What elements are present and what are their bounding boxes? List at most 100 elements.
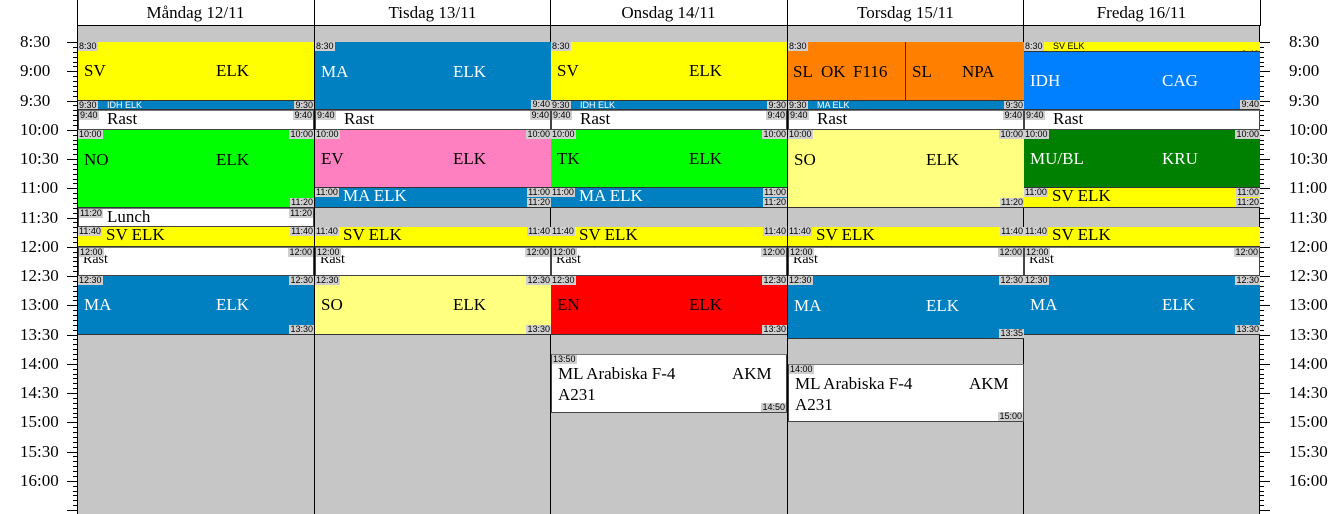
lesson-block[interactable]: IDH CAG 9:40: [1024, 51, 1260, 111]
subject-label: NO: [84, 149, 109, 169]
lesson-block[interactable]: Rast 9:40 9:40: [315, 110, 551, 130]
time-tick: [73, 369, 77, 370]
time-tick: [1260, 257, 1264, 258]
lesson-block[interactable]: TK ELK 10:00 10:00: [551, 129, 787, 189]
time-stamp: 12:00: [1234, 246, 1259, 257]
time-tick: [67, 188, 77, 189]
lesson-block[interactable]: SV ELK 8:30: [78, 42, 314, 101]
lesson-block[interactable]: SV ELK 11:40 11:40: [315, 227, 551, 247]
lesson-block[interactable]: Rast 12:00 12:00: [315, 246, 551, 276]
lesson-block[interactable]: Rast 9:40: [1024, 110, 1260, 130]
lesson-block[interactable]: SL OK F116 SL NPA 8:30: [788, 42, 1024, 101]
lesson-block[interactable]: ML Arabiska F-4 AKM A231 13:50 14:50: [551, 354, 787, 413]
lesson-block[interactable]: MA ELK 12:30 12:30 13:30: [78, 276, 314, 335]
time-tick: [73, 110, 77, 111]
lesson-block[interactable]: MU/BL KRU 10:00 10:00: [1024, 129, 1260, 189]
time-tick: [73, 413, 77, 414]
time-stamp: 8:30: [315, 42, 335, 51]
lesson-block[interactable]: MA ELK 11:00 11:00 11:20: [551, 188, 787, 208]
lesson-block[interactable]: SV ELK 11:40 11:40: [551, 227, 787, 247]
time-tick: [1260, 208, 1264, 209]
split-lesson[interactable]: SL NPA: [905, 42, 1024, 100]
lesson-block[interactable]: SV ELK 8:30: [551, 42, 787, 101]
lesson-block[interactable]: SV ELK 11:40: [1024, 227, 1260, 247]
lesson-block[interactable]: Rast 9:40 9:40: [788, 110, 1024, 130]
time-tick: [1260, 364, 1270, 365]
time-tick: [1260, 300, 1264, 301]
lesson-block[interactable]: Lunch 11:20 11:20: [78, 207, 314, 228]
lesson-block[interactable]: SV ELK 11:00 11:00 11:20: [1024, 188, 1260, 208]
lesson-block[interactable]: Rast 12:00 12:00: [551, 246, 787, 276]
lesson-block[interactable]: MA ELK 8:30 9:40: [315, 42, 551, 111]
event-label: IDH ELK: [580, 100, 616, 110]
time-tick: [1260, 481, 1270, 482]
lesson-block[interactable]: SV ELK8:308:408:40: [1024, 42, 1260, 52]
lesson-block[interactable]: SO ELK 12:30 12:30 13:30: [315, 276, 551, 335]
time-tick: [73, 466, 77, 467]
time-tick: [67, 335, 77, 336]
time-tick: [1260, 359, 1264, 360]
lesson-block[interactable]: Rast 12:00 12:00: [1024, 246, 1260, 276]
time-tick: [73, 491, 77, 492]
time-tick: [67, 247, 77, 248]
lesson-block[interactable]: NO ELK 10:00 10:00 11:20: [78, 129, 314, 208]
lesson-block[interactable]: ML Arabiska F-4 AKM A231 14:00 15:00: [788, 363, 1024, 423]
lesson-block[interactable]: IDH ELK9:309:309:409:40: [78, 100, 314, 111]
day-header[interactable]: Onsdag 14/11: [550, 0, 787, 26]
time-label-left: 14:00: [20, 353, 59, 373]
lesson-block[interactable]: MA ELK 11:00 11:00 11:20: [315, 188, 551, 208]
time-stamp: 9:40: [530, 110, 550, 121]
time-stamp: 10:00: [78, 129, 103, 139]
day-header[interactable]: Torsdag 15/11: [787, 0, 1024, 26]
time-stamp: 12:00: [761, 246, 786, 257]
time-stamp: 12:00: [552, 246, 577, 257]
time-label-right: 13:30: [1289, 324, 1328, 344]
time-stamp: 11:20: [290, 196, 314, 207]
time-tick: [73, 86, 77, 87]
time-tick: [1260, 218, 1270, 219]
time-stamp: 13:30: [289, 323, 314, 334]
event-label: SV ELK: [343, 227, 402, 245]
lesson-block[interactable]: SV ELK 11:40 11:40: [788, 227, 1024, 247]
event-label: Rast: [817, 110, 848, 129]
lesson-block[interactable]: IDH ELK9:309:309:409:40: [551, 100, 787, 111]
lesson-block[interactable]: Rast 9:40 9:40: [551, 110, 787, 130]
lesson-block[interactable]: SO ELK 10:00 10:00 11:20: [788, 129, 1024, 208]
lesson-block[interactable]: SV ELK 11:40 11:40: [78, 227, 314, 247]
lesson-block[interactable]: EN ELK 12:30 12:30 13:30: [551, 276, 787, 335]
lesson-block[interactable]: Rast 12:00 12:00: [788, 246, 1024, 276]
lesson-block[interactable]: MA ELK 12:30 12:30 13:35: [788, 276, 1024, 340]
time-tick: [67, 276, 77, 277]
time-tick: [73, 140, 77, 141]
day-header[interactable]: Måndag 12/11: [77, 0, 314, 26]
time-tick: [67, 218, 77, 219]
time-stamp: 9:30: [78, 100, 98, 110]
time-tick: [73, 427, 77, 428]
time-tick: [1260, 183, 1264, 184]
lesson-block[interactable]: MA ELK9:309:309:409:40: [788, 100, 1024, 111]
day-header[interactable]: Fredag 16/11: [1023, 0, 1260, 26]
lesson-block[interactable]: Rast 9:40 9:40: [78, 110, 314, 130]
lesson-block[interactable]: EV ELK 10:00 10:00: [315, 129, 551, 189]
day-header[interactable]: Tisdag 13/11: [314, 0, 551, 26]
time-tick: [1260, 193, 1264, 194]
lesson-block[interactable]: MA ELK 12:30 12:30 13:30: [1024, 276, 1260, 335]
time-tick: [1260, 296, 1264, 297]
time-label-left: 13:00: [20, 295, 59, 315]
time-stamp: 11:40: [788, 227, 812, 237]
time-tick: [1260, 47, 1264, 48]
time-tick: [67, 130, 77, 131]
subject-label: EV: [321, 149, 344, 168]
time-stamp: 11:20: [1236, 196, 1260, 207]
teacher-label: ELK: [453, 62, 487, 81]
time-tick: [1260, 291, 1264, 292]
time-tick: [1260, 144, 1264, 145]
time-tick: [73, 198, 77, 199]
time-stamp: 14:00: [789, 363, 814, 374]
lesson-block[interactable]: Rast 12:00 12:00: [78, 246, 314, 276]
time-tick: [73, 120, 77, 121]
time-tick: [73, 349, 77, 350]
time-tick: [1260, 86, 1264, 87]
time-tick: [1260, 422, 1270, 423]
event-label: Rast: [107, 110, 138, 129]
